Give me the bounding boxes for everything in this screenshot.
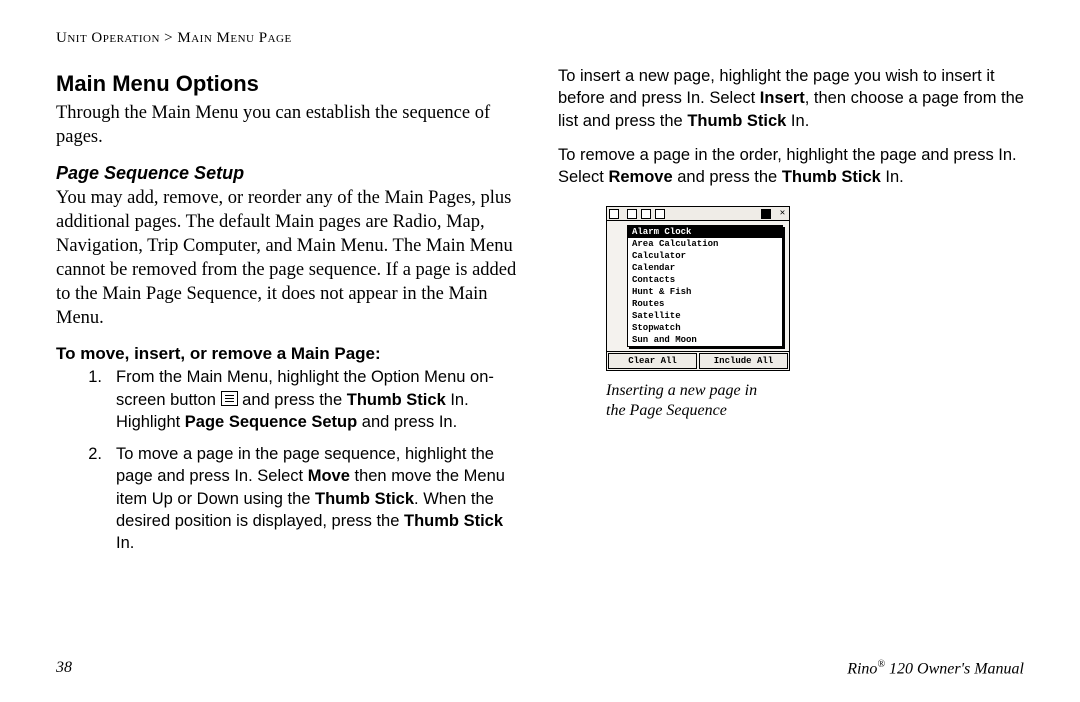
page-footer: 38 Rino® 120 Owner's Manual <box>56 659 1024 678</box>
popup-item: Stopwatch <box>628 322 782 334</box>
figure-caption: Inserting a new page in the Page Sequenc… <box>606 381 1024 421</box>
step-list: 1. From the Main Menu, highlight the Opt… <box>56 366 522 554</box>
clear-all-button: Clear All <box>608 353 697 369</box>
popup-item: Routes <box>628 298 782 310</box>
breadcrumb-page: Main Menu Page <box>177 30 291 46</box>
device-titlebar: ✕ <box>607 207 789 221</box>
popup-item: Satellite <box>628 310 782 322</box>
remove-paragraph: To remove a page in the order, highlight… <box>558 144 1024 189</box>
manual-title: Rino® 120 Owner's Manual <box>847 659 1024 678</box>
popup-item: Contacts <box>628 274 782 286</box>
breadcrumb-sep: > <box>160 30 177 46</box>
breadcrumb-section: Unit Operation <box>56 30 160 46</box>
sub-body: You may add, remove, or reorder any of t… <box>56 186 522 330</box>
option-menu-icon <box>221 391 238 406</box>
popup-item: Hunt & Fish <box>628 286 782 298</box>
step-number: 2. <box>56 443 116 554</box>
popup-item: Calculator <box>628 250 782 262</box>
insert-paragraph: To insert a new page, highlight the page… <box>558 65 1024 132</box>
sub-heading: Page Sequence Setup <box>56 163 522 184</box>
step-heading: To move, insert, or remove a Main Page: <box>56 344 522 364</box>
intro-paragraph: Through the Main Menu you can establish … <box>56 101 522 149</box>
popup-item: Sun and Moon <box>628 334 782 346</box>
page-number: 38 <box>56 659 72 678</box>
close-icon: ✕ <box>778 209 787 218</box>
include-all-button: Include All <box>699 353 788 369</box>
figure: ✕ Alarm Clock Area Calculation Calculato… <box>606 206 1024 421</box>
breadcrumb: Unit Operation > Main Menu Page <box>56 30 1024 47</box>
manual-page: Unit Operation > Main Menu Page Main Men… <box>0 0 1080 702</box>
list-item: 1. From the Main Menu, highlight the Opt… <box>56 366 522 433</box>
device-screenshot: ✕ Alarm Clock Area Calculation Calculato… <box>606 206 790 371</box>
popup-list: Alarm Clock Area Calculation Calculator … <box>627 225 783 347</box>
main-heading: Main Menu Options <box>56 71 522 97</box>
right-column: To insert a new page, highlight the page… <box>558 65 1024 565</box>
device-button-row: Clear All Include All <box>607 351 789 370</box>
step-body: From the Main Menu, highlight the Option… <box>116 366 522 433</box>
popup-item: Calendar <box>628 262 782 274</box>
step-body: To move a page in the page sequence, hig… <box>116 443 522 554</box>
left-column: Main Menu Options Through the Main Menu … <box>56 65 522 565</box>
step-number: 1. <box>56 366 116 433</box>
popup-item: Area Calculation <box>628 238 782 250</box>
list-item: 2. To move a page in the page sequence, … <box>56 443 522 554</box>
popup-item-selected: Alarm Clock <box>628 226 782 238</box>
